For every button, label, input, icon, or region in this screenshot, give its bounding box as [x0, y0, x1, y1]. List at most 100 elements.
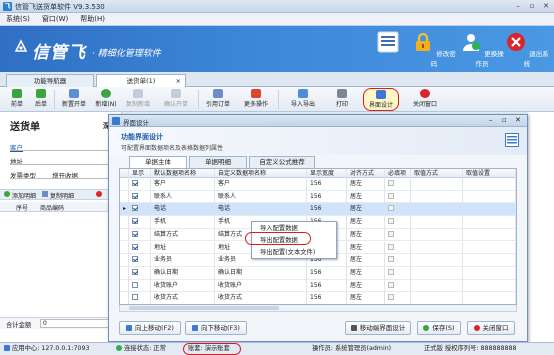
menu-export-config-text[interactable]: 导出配置(文本文件) [252, 247, 336, 258]
align-cell[interactable]: 居左 [347, 216, 385, 229]
align-cell[interactable]: 居左 [347, 228, 385, 242]
prev-doc-button[interactable]: 前单 [8, 88, 26, 111]
value-setting-cell[interactable] [463, 228, 516, 242]
required-checkbox[interactable] [388, 294, 394, 301]
width-cell[interactable]: 156 [307, 178, 347, 191]
custom-name-cell[interactable]: 电话 [215, 203, 307, 217]
width-cell[interactable]: 156 [307, 292, 347, 304]
mobile-design-button[interactable]: 移动端界面设计 [345, 321, 411, 335]
required-checkbox-cell[interactable] [385, 228, 411, 242]
required-checkbox-cell[interactable] [385, 216, 411, 229]
ui-design-button[interactable]: 界面设计 [363, 88, 399, 111]
value-mode-cell[interactable] [411, 203, 463, 217]
dialog-minimize-button[interactable]: – [489, 116, 493, 124]
align-cell[interactable]: 居左 [347, 254, 385, 267]
show-checkbox[interactable] [132, 281, 138, 288]
value-mode-cell[interactable] [411, 266, 463, 280]
import-export-button[interactable]: 导入导出 [285, 88, 321, 111]
more-actions-button[interactable]: 更多操作 [241, 88, 271, 111]
required-checkbox[interactable] [388, 205, 394, 212]
show-checkbox[interactable] [132, 180, 138, 186]
required-checkbox-cell[interactable] [385, 254, 411, 267]
address-field[interactable] [10, 164, 110, 165]
value-mode-cell[interactable] [411, 178, 463, 191]
width-cell[interactable]: 156 [307, 203, 347, 217]
show-checkbox[interactable] [132, 192, 138, 199]
grid-row[interactable]: ▸ 电话 电话 156 居左 [120, 203, 516, 217]
show-checkbox[interactable] [132, 294, 138, 301]
grid-row[interactable]: 收货账户 收货账户 156 居左 [120, 279, 516, 293]
required-checkbox-cell[interactable] [385, 241, 411, 255]
value-setting-cell[interactable] [463, 292, 516, 304]
grid-row[interactable]: 收货方式 收货方式 156 居左 [120, 292, 516, 304]
add-button[interactable]: 新增(N) [93, 88, 119, 111]
add-detail-button[interactable]: 添加明细 [12, 191, 36, 200]
minimize-button[interactable]: – [513, 2, 523, 11]
delete-detail-icon[interactable] [96, 191, 102, 197]
layout-button[interactable] [364, 30, 412, 70]
grid-row[interactable]: 客户 客户 156 居左 [120, 178, 516, 191]
confirm-open-button[interactable]: 确认开单 [161, 88, 191, 111]
tab-delivery-note[interactable]: 送货单(1) × [96, 74, 186, 87]
next-doc-button[interactable]: 后单 [32, 88, 50, 111]
value-setting-cell[interactable] [463, 190, 516, 204]
value-mode-cell[interactable] [411, 190, 463, 204]
value-setting-cell[interactable] [463, 241, 516, 255]
menu-window[interactable]: 窗口(W) [42, 14, 68, 24]
grid-row[interactable]: 确认日期 确认日期 156 居左 [120, 266, 516, 280]
show-checkbox[interactable] [132, 230, 138, 237]
value-setting-cell[interactable] [463, 216, 516, 229]
show-checkbox-cell[interactable] [129, 216, 151, 229]
required-checkbox[interactable] [388, 243, 394, 250]
reference-order-button[interactable]: 引用订单 [203, 88, 233, 111]
value-mode-cell[interactable] [411, 279, 463, 293]
scrollbar-thumb[interactable] [129, 306, 279, 310]
custom-name-cell[interactable]: 收货方式 [215, 292, 307, 304]
grid-row[interactable]: 联系人 联系人 156 居左 [120, 190, 516, 204]
invoice-type-field[interactable] [10, 178, 110, 179]
show-checkbox-cell[interactable] [129, 228, 151, 242]
width-cell[interactable]: 156 [307, 190, 347, 204]
align-cell[interactable]: 居左 [347, 241, 385, 255]
restore-button[interactable]: ▫ [527, 2, 537, 11]
required-checkbox-cell[interactable] [385, 190, 411, 204]
dialog-close-button[interactable]: ✕ [515, 116, 521, 124]
required-checkbox[interactable] [388, 218, 394, 225]
align-cell[interactable]: 居左 [347, 292, 385, 304]
value-mode-cell[interactable] [411, 254, 463, 267]
align-cell[interactable]: 居左 [347, 266, 385, 280]
required-checkbox-cell[interactable] [385, 178, 411, 191]
value-setting-cell[interactable] [463, 266, 516, 280]
value-mode-cell[interactable] [411, 228, 463, 242]
value-setting-cell[interactable] [463, 254, 516, 267]
value-mode-cell[interactable] [411, 241, 463, 255]
show-checkbox-cell[interactable] [129, 178, 151, 191]
align-cell[interactable]: 居左 [347, 190, 385, 204]
show-checkbox[interactable] [132, 256, 138, 263]
required-checkbox-cell[interactable] [385, 292, 411, 304]
value-setting-cell[interactable] [463, 279, 516, 293]
custom-name-cell[interactable]: 确认日期 [215, 266, 307, 280]
grid-horizontal-scrollbar[interactable] [119, 305, 517, 312]
tab-doc-body[interactable]: 单据主体 [129, 156, 187, 168]
required-checkbox[interactable] [388, 281, 394, 288]
value-mode-cell[interactable] [411, 292, 463, 304]
value-setting-cell[interactable] [463, 178, 516, 191]
show-checkbox[interactable] [132, 218, 138, 225]
value-setting-cell[interactable] [463, 203, 516, 217]
customer-field[interactable] [10, 150, 110, 151]
dialog-close-window-button[interactable]: 关闭窗口 [467, 321, 515, 335]
show-checkbox[interactable] [132, 205, 138, 212]
required-checkbox-cell[interactable] [385, 279, 411, 293]
value-mode-cell[interactable] [411, 216, 463, 229]
show-checkbox[interactable] [132, 268, 138, 275]
custom-name-cell[interactable]: 收货账户 [215, 279, 307, 293]
required-checkbox[interactable] [388, 256, 394, 263]
custom-name-cell[interactable]: 联系人 [215, 190, 307, 204]
tab-close-icon[interactable]: × [176, 75, 181, 87]
align-cell[interactable]: 居左 [347, 279, 385, 293]
show-checkbox-cell[interactable] [129, 254, 151, 267]
width-cell[interactable]: 156 [307, 266, 347, 280]
show-checkbox-cell[interactable] [129, 279, 151, 293]
switch-operator-button[interactable]: 更换操作员 [458, 30, 506, 70]
